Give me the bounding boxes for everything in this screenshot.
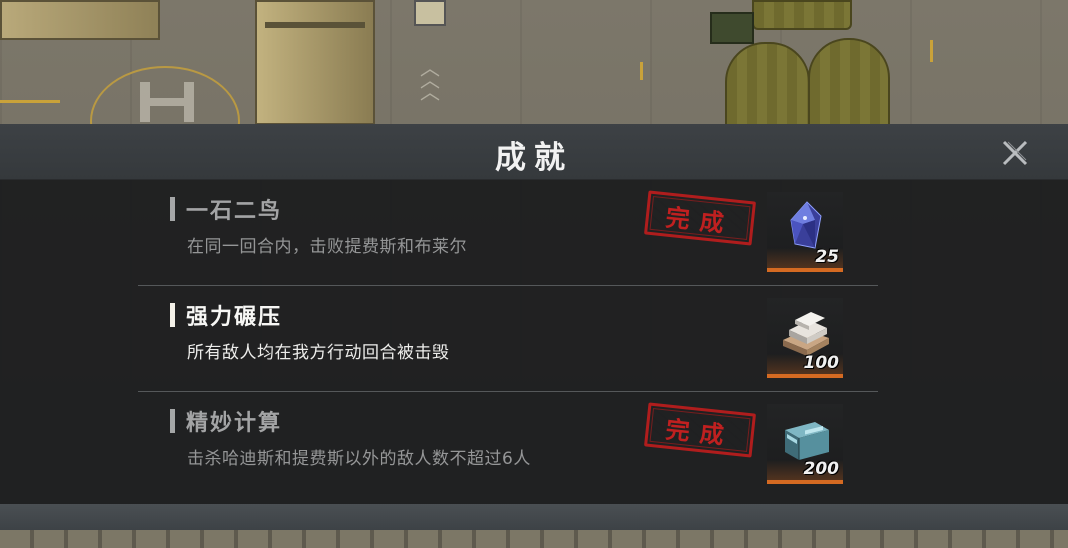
reward-slot[interactable]: 200	[767, 404, 843, 484]
item-marker	[170, 303, 175, 327]
close-button[interactable]	[998, 136, 1032, 170]
ground-stripe	[930, 40, 933, 62]
reward-count: 200	[803, 459, 840, 479]
building	[0, 0, 160, 40]
reward-count: 25	[815, 247, 839, 267]
achievement-description: 所有敌人均在我方行动回合被击毁	[187, 343, 450, 363]
ground-stripe	[0, 100, 60, 103]
panel-footer	[0, 504, 1068, 530]
supply-crate-icon	[785, 422, 829, 460]
reward-count: 100	[803, 353, 840, 373]
achievement-item: 强力碾压 所有敌人均在我方行动回合被击毁 100	[138, 286, 878, 392]
item-marker	[170, 197, 175, 221]
achievement-item: 一石二鸟 在同一回合内，击败提费斯和布莱尔 完成 25	[138, 180, 878, 286]
achievement-item: 精妙计算 击杀哈迪斯和提费斯以外的敌人数不超过6人 完成 200	[138, 392, 878, 498]
reward-slot[interactable]: 100	[767, 298, 843, 378]
item-marker	[170, 409, 175, 433]
achievement-name: 强力碾压	[186, 305, 283, 330]
ground-stripe	[640, 62, 643, 80]
achievement-name: 一石二鸟	[186, 199, 283, 224]
ground-edge	[0, 528, 1068, 548]
tent	[808, 38, 890, 128]
control-tower	[255, 0, 375, 125]
completed-stamp: 完成	[643, 190, 757, 246]
achievement-description: 在同一回合内，击败提费斯和布莱尔	[187, 237, 467, 257]
achievement-name: 精妙计算	[186, 411, 283, 436]
crystal-gem-icon	[790, 201, 822, 249]
silver-ingot-icon	[783, 312, 829, 356]
tent	[752, 0, 852, 30]
tent	[725, 42, 810, 130]
achievements-panel: 成就 一石二鸟 在同一回合内，击败提费斯和布莱尔 完成 25 强力碾压 所有敌人…	[0, 124, 1068, 530]
completed-stamp: 完成	[643, 402, 757, 458]
vehicle	[414, 0, 446, 26]
achievement-description: 击杀哈迪斯和提费斯以外的敌人数不超过6人	[187, 449, 531, 469]
helipad-marking	[132, 82, 202, 122]
military-truck	[710, 12, 754, 44]
panel-header: 成就	[0, 124, 1068, 180]
close-icon	[1002, 140, 1028, 166]
panel-title: 成就	[495, 140, 573, 176]
reward-slot[interactable]: 25	[767, 192, 843, 272]
chevron-marking-icon: ︿ ︿ ︿	[420, 56, 440, 104]
achievement-list: 一石二鸟 在同一回合内，击败提费斯和布莱尔 完成 25 强力碾压 所有敌人均在我…	[138, 180, 878, 498]
